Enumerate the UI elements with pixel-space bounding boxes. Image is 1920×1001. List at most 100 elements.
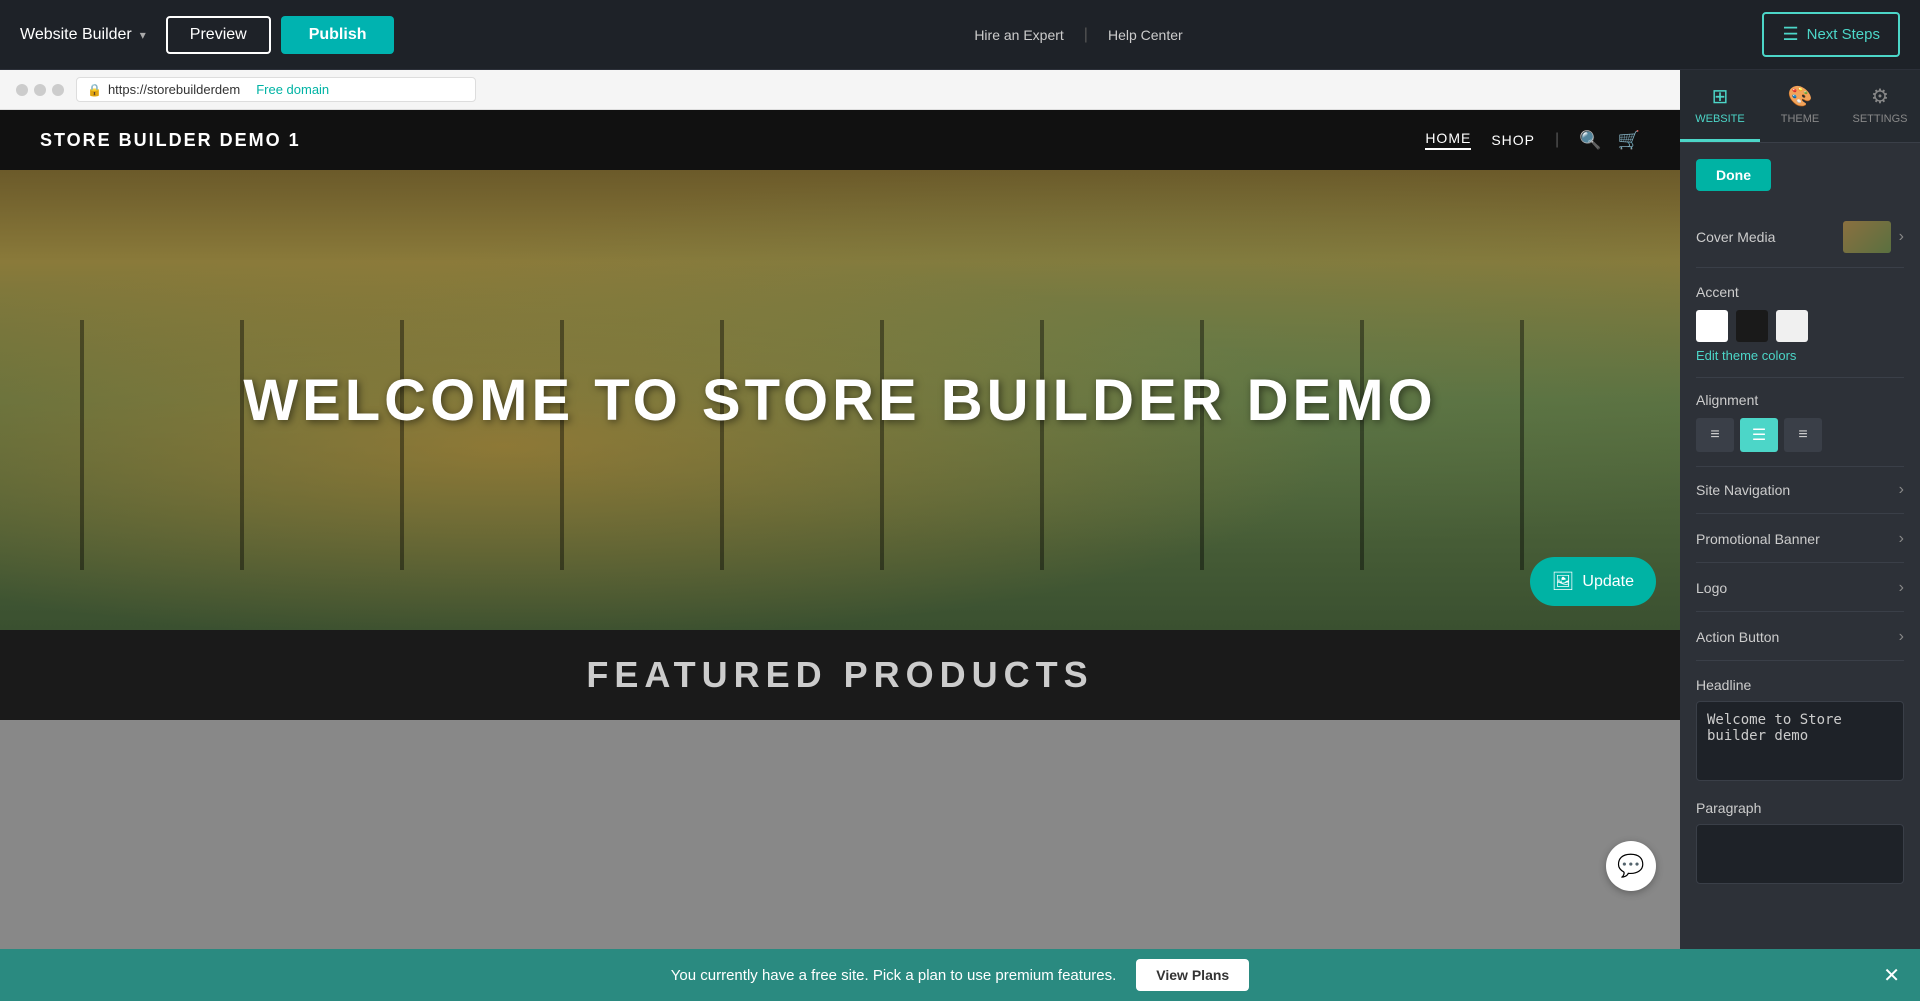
done-button[interactable]: Done bbox=[1696, 159, 1771, 191]
paragraph-section: Paragraph bbox=[1696, 786, 1904, 889]
promotional-banner-label: Promotional Banner bbox=[1696, 531, 1820, 547]
theme-tab-icon: 🎨 bbox=[1788, 84, 1813, 109]
panel-content: Done Cover Media › Accent bbox=[1680, 143, 1920, 1001]
featured-title: FEATURED PRODUCTS bbox=[586, 654, 1093, 696]
action-button-chevron-icon: › bbox=[1899, 628, 1904, 646]
accent-swatches bbox=[1696, 310, 1904, 342]
tab-theme[interactable]: 🎨 THEME bbox=[1760, 70, 1840, 142]
swatch-light[interactable] bbox=[1776, 310, 1808, 342]
website-preview: STORE BUILDER DEMO 1 HOME SHOP | 🔍 🛒 WEL… bbox=[0, 110, 1680, 1001]
dot-green bbox=[52, 84, 64, 96]
alignment-buttons: ≡ ☰ ≡ bbox=[1696, 418, 1904, 452]
panel-tabs: ⊞ WEBSITE 🎨 THEME ⚙ SETTINGS bbox=[1680, 70, 1920, 143]
headline-section: Headline Welcome to Store builder demo bbox=[1696, 663, 1904, 786]
cover-media-label: Cover Media bbox=[1696, 229, 1775, 245]
search-icon[interactable]: 🔍 bbox=[1579, 130, 1601, 151]
action-button-label: Action Button bbox=[1696, 629, 1779, 645]
tab-settings[interactable]: ⚙ SETTINGS bbox=[1840, 70, 1920, 142]
view-plans-button[interactable]: View Plans bbox=[1136, 959, 1249, 991]
address-bar: 🔒 https://storebuilderdem Free domain bbox=[76, 77, 476, 102]
update-icon: 🖼 bbox=[1552, 571, 1575, 592]
logo-row[interactable]: Logo › bbox=[1696, 565, 1904, 612]
tab-theme-label: THEME bbox=[1781, 113, 1820, 125]
next-steps-icon: ☰ bbox=[1782, 24, 1798, 45]
site-nav-links: HOME SHOP | 🔍 🛒 bbox=[1425, 130, 1640, 151]
cart-icon[interactable]: 🛒 bbox=[1618, 130, 1640, 151]
site-nav: STORE BUILDER DEMO 1 HOME SHOP | 🔍 🛒 bbox=[0, 110, 1680, 170]
align-right-button[interactable]: ≡ bbox=[1784, 418, 1822, 452]
cover-media-row[interactable]: Cover Media › bbox=[1696, 207, 1904, 268]
promotional-banner-row[interactable]: Promotional Banner › bbox=[1696, 516, 1904, 563]
notification-bar: You currently have a free site. Pick a p… bbox=[0, 949, 1680, 1001]
nav-link-home[interactable]: HOME bbox=[1425, 130, 1471, 150]
accent-label: Accent bbox=[1696, 284, 1904, 300]
site-navigation-label: Site Navigation bbox=[1696, 482, 1790, 498]
logo-chevron-icon: › bbox=[1899, 579, 1904, 597]
browser-chrome: 🔒 https://storebuilderdem Free domain bbox=[0, 70, 1680, 110]
hire-expert-link[interactable]: Hire an Expert bbox=[974, 27, 1063, 43]
tab-settings-label: SETTINGS bbox=[1852, 113, 1907, 125]
chat-button[interactable]: 💬 bbox=[1606, 841, 1656, 891]
next-steps-label: Next Steps bbox=[1807, 26, 1880, 43]
align-left-button[interactable]: ≡ bbox=[1696, 418, 1734, 452]
alignment-label: Alignment bbox=[1696, 392, 1904, 408]
promotional-banner-section: Promotional Banner › bbox=[1696, 516, 1904, 563]
swatch-black[interactable] bbox=[1736, 310, 1768, 342]
free-domain-link[interactable]: Free domain bbox=[256, 82, 329, 97]
headline-label: Headline bbox=[1696, 677, 1904, 693]
site-logo: STORE BUILDER DEMO 1 bbox=[40, 130, 301, 151]
featured-section: FEATURED PRODUCTS bbox=[0, 630, 1680, 720]
cover-media-thumbnail bbox=[1843, 221, 1891, 253]
nav-divider: | bbox=[1555, 131, 1559, 149]
update-label: Update bbox=[1582, 573, 1634, 591]
separator: | bbox=[1084, 26, 1088, 44]
nav-link-shop[interactable]: SHOP bbox=[1491, 132, 1535, 148]
site-navigation-chevron-icon: › bbox=[1899, 481, 1904, 499]
website-builder-label: Website Builder bbox=[20, 26, 132, 44]
preview-button[interactable]: Preview bbox=[166, 16, 271, 54]
hero-title: WELCOME TO STORE BUILDER DEMO bbox=[243, 367, 1436, 434]
main-layout: 🔒 https://storebuilderdem Free domain ST… bbox=[0, 70, 1920, 1001]
accent-section: Accent Edit theme colors bbox=[1696, 270, 1904, 378]
publish-button[interactable]: Publish bbox=[281, 16, 395, 54]
next-steps-button[interactable]: ☰ Next Steps bbox=[1762, 12, 1900, 57]
top-bar: Website Builder ▾ Preview Publish Hire a… bbox=[0, 0, 1920, 70]
lock-icon: 🔒 bbox=[87, 83, 102, 97]
settings-tab-icon: ⚙ bbox=[1871, 84, 1889, 109]
dot-yellow bbox=[34, 84, 46, 96]
site-navigation-row[interactable]: Site Navigation › bbox=[1696, 467, 1904, 514]
tab-website[interactable]: ⊞ WEBSITE bbox=[1680, 70, 1760, 142]
logo-label: Logo bbox=[1696, 580, 1727, 596]
paragraph-label: Paragraph bbox=[1696, 800, 1904, 816]
swatch-white[interactable] bbox=[1696, 310, 1728, 342]
cover-media-right: › bbox=[1843, 221, 1904, 253]
promotional-banner-chevron-icon: › bbox=[1899, 530, 1904, 548]
hero-section[interactable]: WELCOME TO STORE BUILDER DEMO 🖼 Update bbox=[0, 170, 1680, 630]
website-builder-button[interactable]: Website Builder ▾ bbox=[20, 26, 146, 44]
cover-media-chevron-icon: › bbox=[1899, 228, 1904, 246]
dot-red bbox=[16, 84, 28, 96]
right-panel: ⊞ WEBSITE 🎨 THEME ⚙ SETTINGS Done Cover … bbox=[1680, 70, 1920, 1001]
lamp-silhouettes bbox=[0, 320, 1680, 570]
nav-icons: 🔍 🛒 bbox=[1579, 130, 1640, 151]
cover-media-section: Cover Media › bbox=[1696, 207, 1904, 268]
alignment-section: Alignment ≡ ☰ ≡ bbox=[1696, 378, 1904, 467]
logo-section: Logo › bbox=[1696, 565, 1904, 612]
notification-text: You currently have a free site. Pick a p… bbox=[671, 967, 1117, 984]
edit-theme-link[interactable]: Edit theme colors bbox=[1696, 348, 1904, 363]
website-tab-icon: ⊞ bbox=[1712, 84, 1729, 109]
update-button[interactable]: 🖼 Update bbox=[1530, 557, 1656, 606]
headline-textarea[interactable]: Welcome to Store builder demo bbox=[1696, 701, 1904, 781]
help-center-link[interactable]: Help Center bbox=[1108, 27, 1183, 43]
action-button-row[interactable]: Action Button › bbox=[1696, 614, 1904, 661]
tab-website-label: WEBSITE bbox=[1695, 113, 1745, 125]
paragraph-textarea[interactable] bbox=[1696, 824, 1904, 884]
align-center-button[interactable]: ☰ bbox=[1740, 418, 1778, 452]
browser-dots bbox=[16, 84, 64, 96]
action-button-section: Action Button › bbox=[1696, 614, 1904, 661]
canvas-area: 🔒 https://storebuilderdem Free domain ST… bbox=[0, 70, 1680, 1001]
top-bar-center: Hire an Expert | Help Center bbox=[394, 26, 1762, 44]
url-text: https://storebuilderdem bbox=[108, 82, 240, 97]
site-navigation-section: Site Navigation › bbox=[1696, 467, 1904, 514]
chevron-down-icon: ▾ bbox=[140, 28, 146, 42]
